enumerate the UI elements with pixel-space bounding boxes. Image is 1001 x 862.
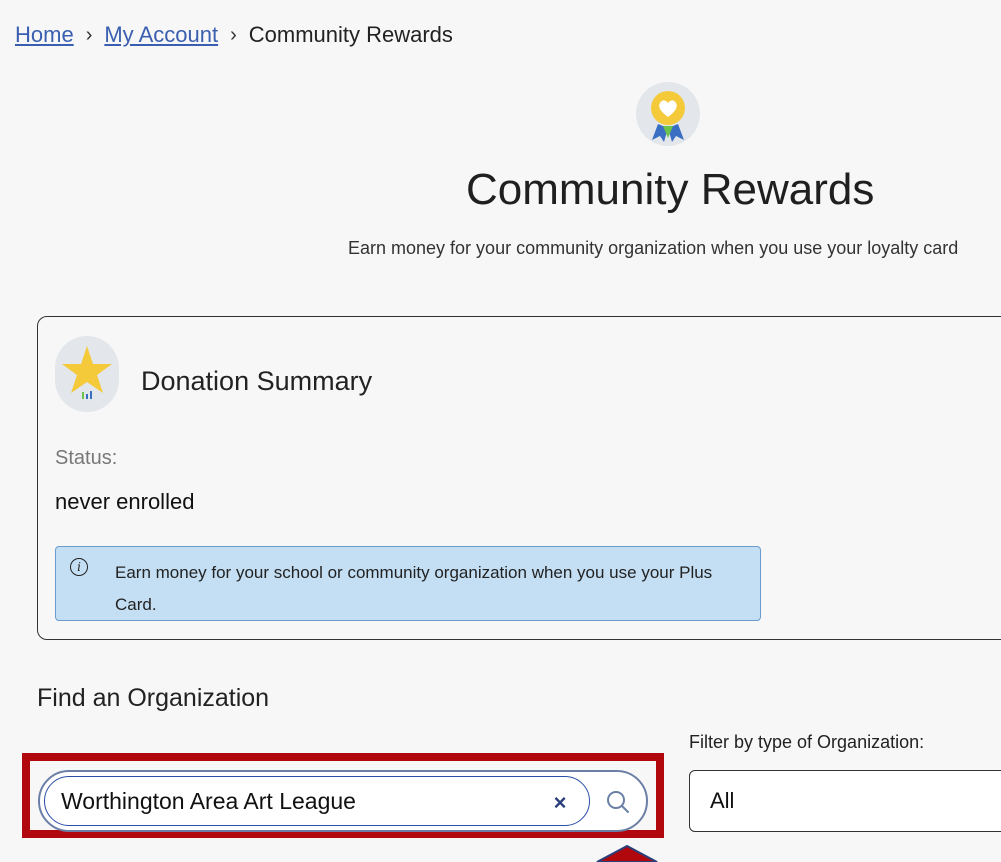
close-icon[interactable]: × <box>545 788 575 818</box>
breadcrumb: Home › My Account › Community Rewards <box>15 22 453 48</box>
find-organization-title: Find an Organization <box>37 684 270 712</box>
organization-type-select[interactable]: All <box>689 770 1001 832</box>
breadcrumb-separator: › <box>85 23 93 46</box>
donation-summary-card: Donation Summary Status: never enrolled … <box>37 316 1001 640</box>
breadcrumb-current: Community Rewards <box>248 22 453 47</box>
star-icon <box>55 336 119 412</box>
info-icon: i <box>70 558 88 576</box>
breadcrumb-home-link[interactable]: Home <box>15 22 74 48</box>
info-alert-text: Earn money for your school or community … <box>115 563 713 614</box>
page-subtitle: Earn money for your community organizati… <box>348 238 959 258</box>
donation-summary-title: Donation Summary <box>141 366 373 396</box>
filter-selected-value: All <box>710 788 735 813</box>
page-title: Community Rewards <box>466 165 875 214</box>
breadcrumb-account-link[interactable]: My Account <box>104 22 218 48</box>
info-alert: i Earn money for your school or communit… <box>55 546 761 621</box>
pointer-arrow-icon <box>596 844 658 862</box>
status-value: never enrolled <box>55 489 195 514</box>
breadcrumb-separator: › <box>230 23 237 46</box>
organization-search: × <box>38 770 648 832</box>
search-button[interactable] <box>596 780 640 824</box>
search-icon <box>607 791 629 813</box>
organization-search-input[interactable] <box>44 776 590 826</box>
status-label: Status: <box>55 447 118 469</box>
filter-label: Filter by type of Organization: <box>689 732 925 752</box>
award-ribbon-icon <box>636 82 700 146</box>
